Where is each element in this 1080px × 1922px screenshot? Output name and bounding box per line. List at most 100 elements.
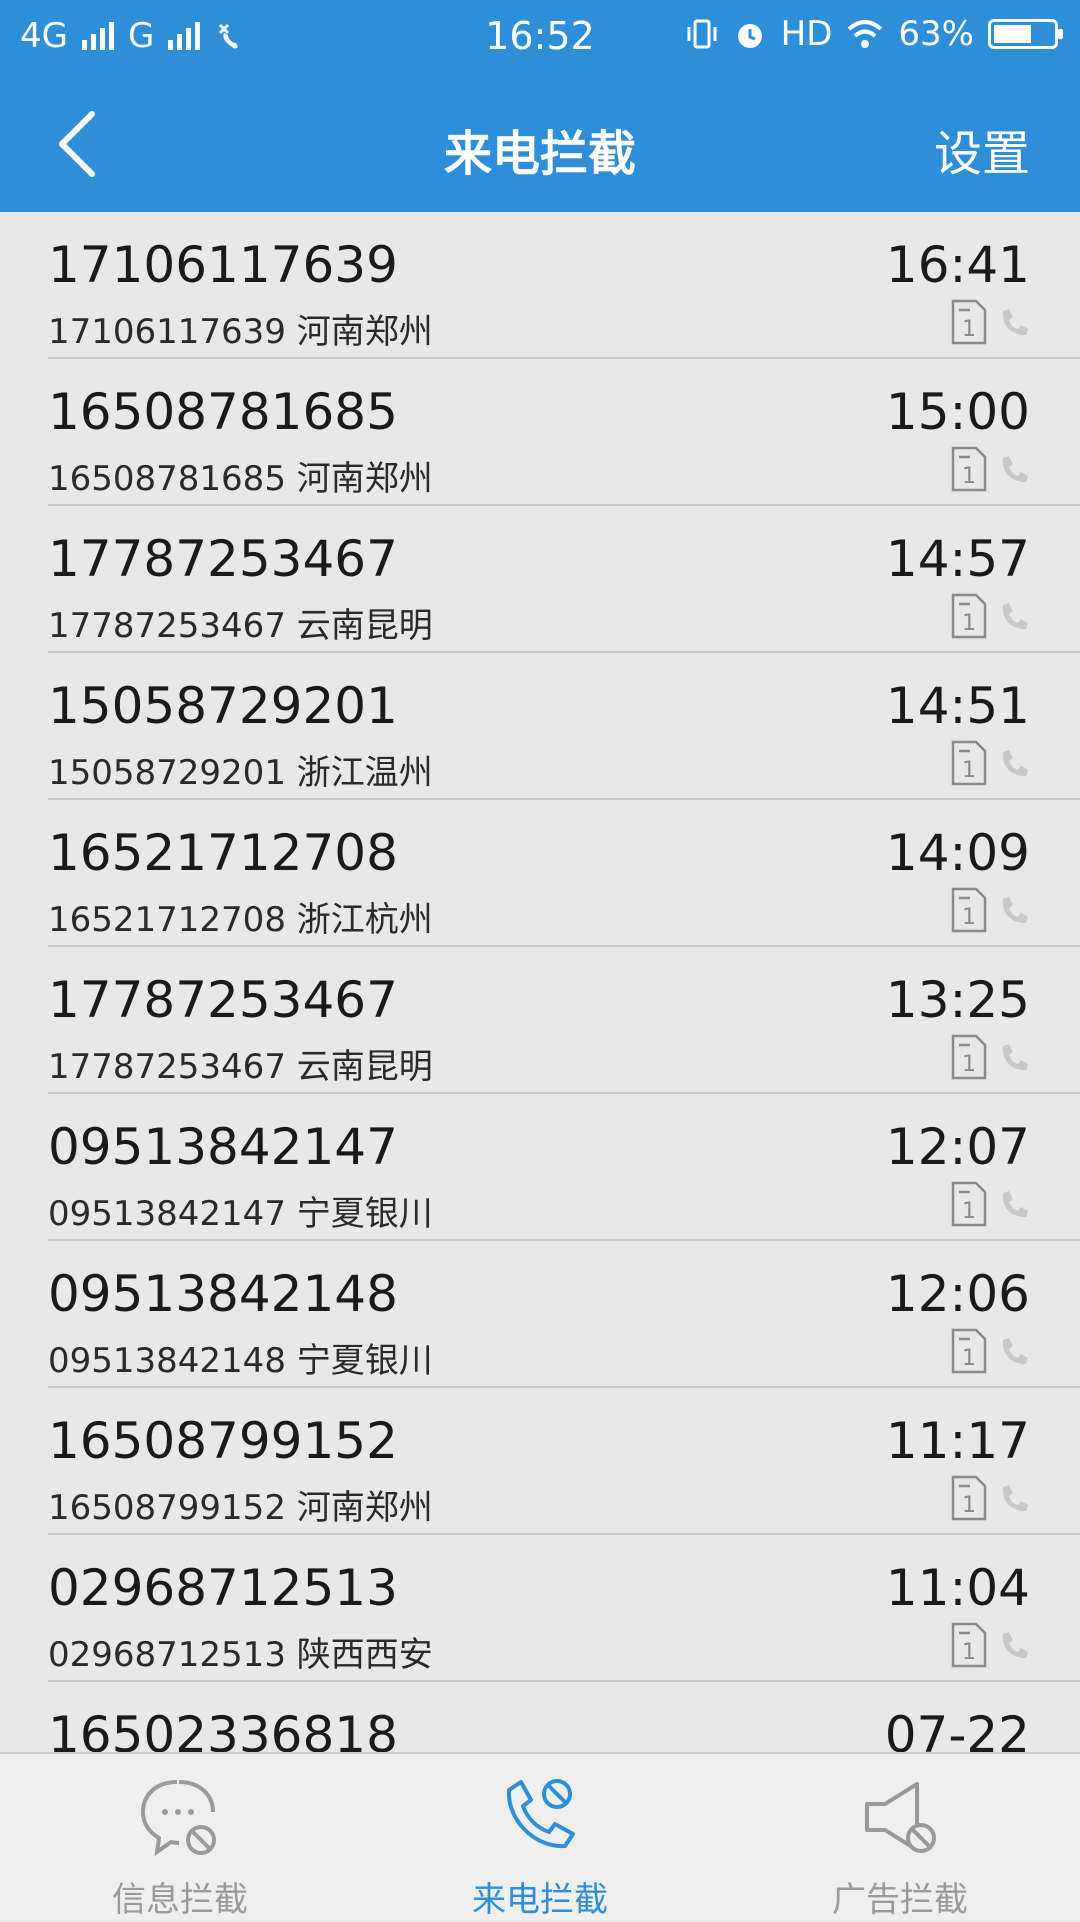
phone-icon (1002, 456, 1028, 483)
call-time: 11:04 (885, 1559, 1030, 1617)
sim-card-icon: 1 (951, 887, 987, 933)
phone-icon (1002, 1338, 1028, 1365)
hd-label: HD (780, 14, 833, 54)
sim-card-icon: 1 (951, 299, 987, 345)
caller-location: 17787253467 云南昆明 (48, 606, 433, 646)
phone-icon (1002, 1191, 1028, 1218)
status-bar: 4G G 16:52 HD 63% (0, 0, 1080, 76)
caller-number: 09513842147 (48, 1118, 398, 1176)
sim-card-icon: 1 (951, 593, 987, 639)
tab-call-block[interactable]: 来电拦截 (360, 1754, 720, 1922)
phone-icon (1002, 1485, 1028, 1512)
caller-location: 16521712708 浙江杭州 (48, 900, 433, 940)
call-time: 11:17 (885, 1412, 1030, 1470)
sim-number: 1 (962, 1346, 976, 1371)
alarm-icon (737, 24, 762, 48)
call-meta-icons: 1 (950, 592, 1030, 640)
call-meta-icons: 1 (950, 1327, 1030, 1375)
page-title: 来电拦截 (443, 126, 636, 182)
caller-number: 17787253467 (48, 971, 398, 1029)
call-time: 16:41 (885, 236, 1030, 294)
caller-location: 17787253467 云南昆明 (48, 1047, 433, 1087)
call-meta-icons: 1 (950, 739, 1030, 787)
phone-icon (1002, 1044, 1028, 1071)
call-meta-icons: 1 (950, 1180, 1030, 1228)
settings-button[interactable]: 设置 (934, 114, 1030, 184)
caller-location: 15058729201 浙江温州 (48, 753, 433, 793)
call-time: 13:25 (885, 971, 1030, 1029)
sim-number: 1 (962, 905, 976, 930)
phone-icon (1002, 603, 1028, 630)
call-row[interactable]: 16508781685 16508781685 河南郑州 15:00 1 (0, 359, 1080, 506)
tab-label-ad: 广告拦截 (832, 1880, 968, 1920)
tab-label-call: 来电拦截 (472, 1880, 608, 1920)
bottom-tab-bar: 信息拦截 来电拦截 广告拦截 (0, 1752, 1080, 1920)
call-row[interactable]: 09513842148 09513842148 宁夏银川 12:06 1 (0, 1241, 1080, 1388)
caller-number: 17787253467 (48, 530, 398, 588)
sim-number: 1 (962, 317, 976, 342)
call-row[interactable]: 16508799152 16508799152 河南郑州 11:17 1 (0, 1388, 1080, 1535)
caller-location: 09513842147 宁夏银川 (48, 1194, 433, 1234)
battery-percent: 63% (898, 14, 974, 54)
call-meta-icons: 1 (950, 886, 1030, 934)
caller-number: 16502336818 (48, 1706, 398, 1752)
call-time: 07-22 (884, 1706, 1030, 1752)
call-time: 14:09 (885, 824, 1030, 882)
call-row[interactable]: 17787253467 17787253467 云南昆明 14:57 1 (0, 506, 1080, 653)
call-time: 12:07 (885, 1118, 1030, 1176)
sim-card-icon: 1 (951, 740, 987, 786)
call-block-icon (506, 1779, 575, 1849)
call-row[interactable]: 02968712513 02968712513 陕西西安 11:04 1 (0, 1535, 1080, 1682)
sim-number: 1 (962, 464, 976, 489)
call-meta-icons: 1 (950, 445, 1030, 493)
call-row[interactable]: 16502336818 07-22 1 (0, 1682, 1080, 1752)
caller-number: 16521712708 (48, 824, 398, 882)
call-time: 14:57 (885, 530, 1030, 588)
caller-number: 16508781685 (48, 383, 398, 441)
call-meta-icons: 1 (950, 298, 1030, 346)
sim-number: 1 (962, 1199, 976, 1224)
sim-card-icon: 1 (951, 446, 987, 492)
caller-number: 02968712513 (48, 1559, 398, 1617)
caller-location: 17106117639 河南郑州 (48, 312, 433, 352)
sim-number: 1 (962, 611, 976, 636)
caller-location: 09513842148 宁夏银川 (48, 1341, 433, 1381)
sim-card-icon: 1 (951, 1622, 987, 1668)
call-row[interactable]: 17787253467 17787253467 云南昆明 13:25 1 (0, 947, 1080, 1094)
call-row[interactable]: 09513842147 09513842147 宁夏银川 12:07 1 (0, 1094, 1080, 1241)
call-time: 12:06 (885, 1265, 1030, 1323)
sim-number: 1 (962, 758, 976, 783)
tab-ad-block[interactable]: 广告拦截 (720, 1754, 1080, 1922)
blocked-call-list[interactable]: 17106117639 17106117639 河南郑州 16:41 1 165… (0, 212, 1080, 1752)
caller-number: 16508799152 (48, 1412, 398, 1470)
call-time: 14:51 (885, 677, 1030, 735)
call-meta-icons: 1 (950, 1033, 1030, 1081)
phone-icon (1002, 1632, 1028, 1659)
battery-icon (988, 19, 1063, 49)
call-time: 15:00 (885, 383, 1030, 441)
phone-icon (1002, 750, 1028, 777)
call-row[interactable]: 15058729201 15058729201 浙江温州 14:51 1 (0, 653, 1080, 800)
vibrate-icon (687, 19, 717, 49)
sim-card-icon: 1 (951, 1034, 987, 1080)
tab-message-block[interactable]: 信息拦截 (0, 1754, 360, 1922)
sim-card-icon: 1 (951, 1181, 987, 1227)
call-row[interactable]: 16521712708 16521712708 浙江杭州 14:09 1 (0, 800, 1080, 947)
sim-card-icon: 1 (951, 1475, 987, 1521)
call-meta-icons: 1 (950, 1474, 1030, 1522)
caller-location: 16508781685 河南郑州 (48, 459, 433, 499)
status-right: HD 63% (685, 14, 1063, 54)
sim-card-icon: 1 (951, 1328, 987, 1374)
caller-number: 17106117639 (48, 236, 398, 294)
call-meta-icons: 1 (950, 1621, 1030, 1669)
caller-number: 09513842148 (48, 1265, 398, 1323)
phone-icon (1002, 309, 1028, 336)
caller-location: 16508799152 河南郑州 (48, 1488, 433, 1528)
ad-block-icon (865, 1782, 936, 1853)
sim-number: 1 (962, 1640, 976, 1665)
caller-location: 02968712513 陕西西安 (48, 1635, 433, 1675)
tab-label-message: 信息拦截 (112, 1880, 248, 1920)
caller-number: 15058729201 (48, 677, 398, 735)
call-row[interactable]: 17106117639 17106117639 河南郑州 16:41 1 (0, 212, 1080, 359)
phone-icon (1002, 897, 1028, 924)
